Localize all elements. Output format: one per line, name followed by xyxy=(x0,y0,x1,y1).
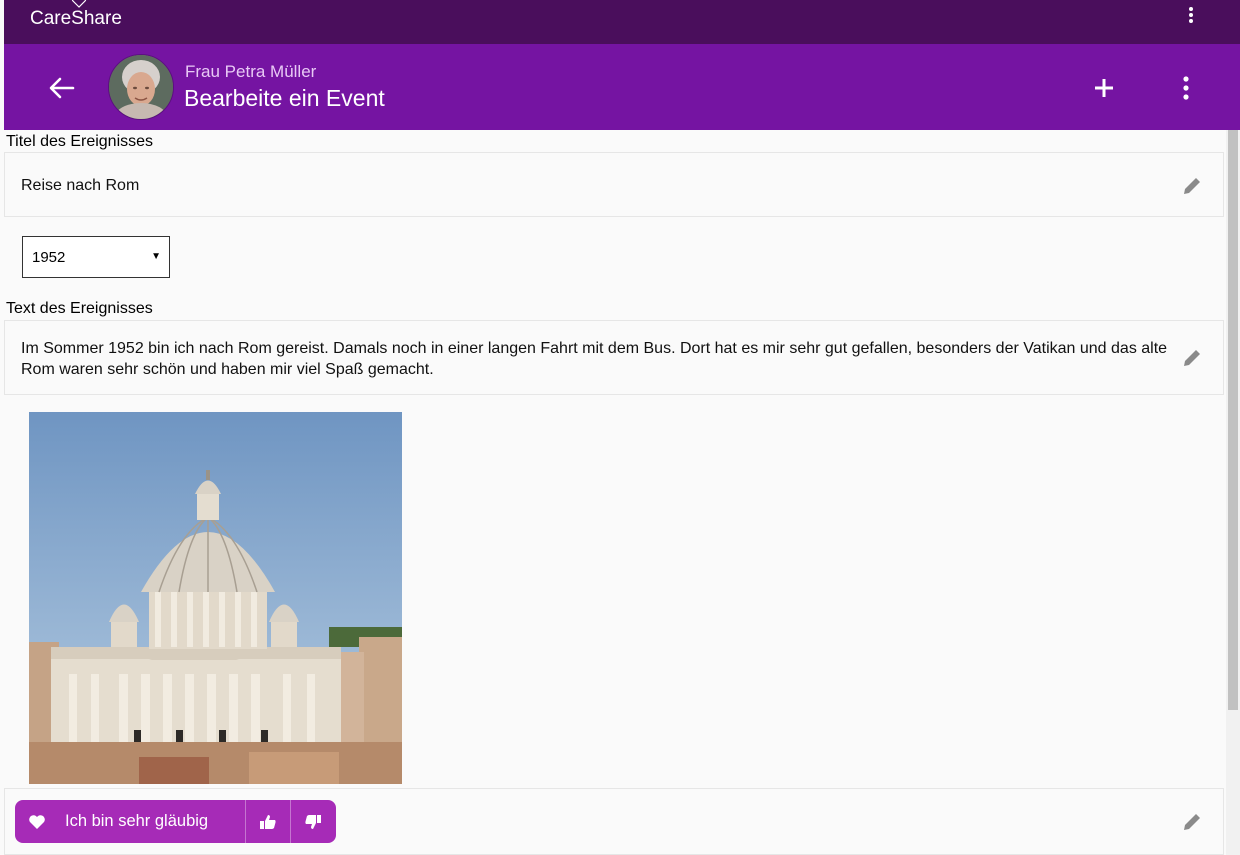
back-arrow-icon[interactable] xyxy=(44,70,80,106)
tag-label: Ich bin sehr gläubig xyxy=(65,812,209,830)
event-photo[interactable] xyxy=(29,412,402,784)
dropdown-caret-icon: ▼ xyxy=(151,251,161,262)
heart-icon xyxy=(15,814,59,830)
scrollbar[interactable] xyxy=(1226,130,1240,855)
more-options-icon[interactable] xyxy=(1172,70,1200,106)
title-field[interactable]: Reise nach Rom xyxy=(4,152,1224,217)
text-field[interactable]: Im Sommer 1952 bin ich nach Rom gereist.… xyxy=(4,320,1224,395)
text-label: Text des Ereignisses xyxy=(6,300,153,317)
add-icon[interactable] xyxy=(1086,70,1122,106)
avatar xyxy=(108,54,174,120)
text-value: Im Sommer 1952 bin ich nach Rom gereist.… xyxy=(21,340,1168,378)
edit-pencil-icon[interactable] xyxy=(1181,175,1203,197)
title-value: Reise nach Rom xyxy=(21,177,140,194)
thumbs-up-icon[interactable] xyxy=(246,800,290,843)
edit-pencil-icon[interactable] xyxy=(1181,347,1203,369)
year-value: 1952 xyxy=(32,249,66,266)
edit-pencil-icon[interactable] xyxy=(1181,811,1203,833)
belief-tag-chip[interactable]: Ich bin sehr gläubig xyxy=(15,800,336,843)
app-menu-icon[interactable] xyxy=(1180,4,1202,26)
page-title: Bearbeite ein Event xyxy=(184,85,385,111)
scrollbar-thumb[interactable] xyxy=(1228,130,1238,710)
person-name: Frau Petra Müller xyxy=(185,62,317,81)
system-app-bar: CareShare xyxy=(4,0,1240,44)
thumbs-down-icon[interactable] xyxy=(291,800,335,843)
toolbar: Frau Petra Müller Bearbeite ein Event xyxy=(4,44,1240,130)
title-label: Titel des Ereignisses xyxy=(6,133,154,150)
year-select[interactable]: 1952 ▼ xyxy=(22,236,170,278)
heart-outline-icon xyxy=(71,0,87,13)
